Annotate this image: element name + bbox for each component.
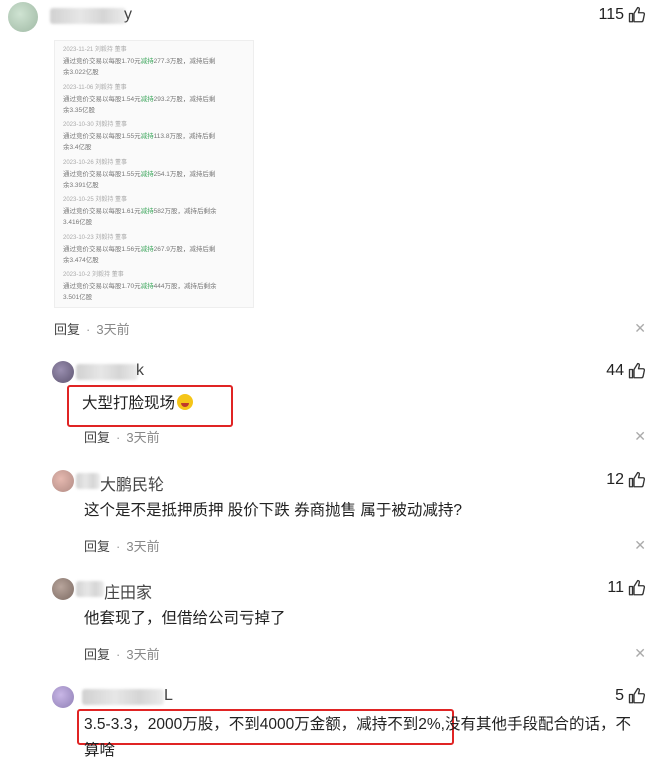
entry-line: 通过竞价交易以每股1.54元减持293.2万股，减持后剩 (63, 95, 216, 103)
reply-button[interactable]: 回复 (84, 430, 110, 445)
comment-meta: 回复 · 3天前 (84, 430, 160, 445)
entry-line: 通过竞价交易以每股1.61元减持582万股，减持后剩余 (63, 208, 217, 215)
entry-date: 2023-10-30 刘毅持 董事 (63, 122, 128, 128)
like-count: 12 (606, 471, 624, 488)
close-icon[interactable]: ✕ (634, 320, 646, 337)
image-entry: 2023-10-23 刘毅持 董事通过竞价交易以每股1.56元减持267.9万股… (63, 233, 247, 266)
entry-line: 通过竞价交易以每股1.56元减持267.9万股，减持后剩 (63, 245, 216, 253)
thumbs-up-icon (628, 471, 646, 488)
like-button[interactable]: 115 (598, 6, 646, 24)
timestamp: 3天前 (126, 539, 160, 554)
image-entry: 2023-10-2 刘毅持 董事通过竞价交易以每股1.70元减持444万股，减持… (63, 270, 247, 303)
thumbs-up-icon (628, 687, 646, 704)
like-button[interactable]: 12 (606, 471, 646, 489)
highlighted-text: 3.5-3.3，2000万股，不到4000万金额，减持不到2%, (84, 716, 445, 733)
like-count: 115 (598, 6, 624, 23)
comment-text-rest: 没有其他手段配合的话，不 (444, 716, 631, 733)
like-count: 44 (606, 362, 624, 379)
like-count: 5 (615, 687, 624, 704)
like-count: 11 (607, 579, 624, 596)
avatar[interactable] (52, 686, 74, 708)
entry-line: 3.501亿股 (63, 294, 93, 301)
entry-date: 2023-11-06 刘毅持 董事 (63, 84, 127, 91)
image-entry: 2023-10-25 刘毅持 董事通过竞价交易以每股1.61元减持582万股，减… (63, 195, 247, 228)
laughing-emoji-icon (177, 394, 194, 410)
comment-meta: 回复 · 3天前 (84, 647, 160, 662)
image-entry: 2023-11-21 刘毅持 董事通过竞价交易以每股1.70元减持277.3万股… (63, 45, 247, 78)
entry-date: 2023-10-26 刘毅持 董事 (63, 159, 128, 166)
like-button[interactable]: 11 (607, 579, 646, 597)
reply-button[interactable]: 回复 (84, 539, 110, 554)
username-blurred[interactable] (50, 8, 126, 24)
entry-line: 余3.022亿股 (63, 69, 99, 76)
timestamp: 3天前 (126, 430, 160, 445)
reply-button[interactable]: 回复 (84, 647, 110, 662)
username-tail: k (136, 362, 144, 379)
username-blurred[interactable] (76, 364, 138, 380)
entry-date: 2023-10-2 刘毅持 董事 (63, 272, 124, 278)
close-icon[interactable]: ✕ (634, 537, 646, 554)
comment-text: 3.5-3.3，2000万股，不到4000万金额，减持不到2%,没有其他手段配合… (84, 712, 631, 738)
entry-line: 余3.35亿股 (63, 106, 96, 114)
username-blurred[interactable] (76, 581, 104, 597)
reply-button[interactable]: 回复 (54, 322, 80, 337)
avatar[interactable] (52, 578, 74, 600)
timestamp: 3天前 (96, 322, 130, 337)
username-blurred[interactable] (82, 689, 164, 705)
like-button[interactable]: 44 (606, 362, 646, 380)
username-tail: 大鹏民轮 (100, 477, 165, 494)
comment-meta: 回复 · 3天前 (54, 322, 130, 337)
username-tail: 庄田家 (104, 585, 153, 602)
entry-line: 余3.474亿股 (63, 256, 99, 264)
like-button[interactable]: 5 (615, 687, 646, 705)
image-entry: 2023-10-30 刘毅持 董事通过竞价交易以每股1.55元减持113.8万股… (63, 120, 247, 153)
thumbs-up-icon (628, 579, 646, 596)
close-icon[interactable]: ✕ (634, 645, 646, 662)
entry-line: 余3.391亿股 (63, 181, 99, 189)
timestamp: 3天前 (126, 647, 160, 662)
image-entry: 2023-11-06 刘毅持 董事通过竞价交易以每股1.54元减持293.2万股… (63, 83, 247, 116)
image-entry: 2023-10-26 刘毅持 董事通过竞价交易以每股1.55元减持254.1万股… (63, 158, 247, 191)
entry-line: 通过竞价交易以每股1.70元减持277.3万股，减持后剩 (63, 58, 216, 65)
comment-text: 这个是不是抵押质押 股价下跌 券商抛售 属于被动减持? (84, 502, 463, 519)
username-tail: L (164, 687, 173, 704)
close-icon[interactable]: ✕ (634, 428, 646, 445)
avatar[interactable] (52, 470, 74, 492)
username-tail: y (124, 6, 132, 23)
entry-line: 通过竞价交易以每股1.55元减持254.1万股，减持后剩 (63, 170, 216, 178)
avatar[interactable] (52, 361, 74, 383)
entry-date: 2023-10-25 刘毅持 董事 (63, 197, 128, 203)
entry-line: 通过竞价交易以每股1.55元减持113.8万股，减持后剩 (63, 133, 215, 140)
entry-line: 余3.4亿股 (63, 144, 92, 151)
comment-text: 他套现了，但借给公司亏掉了 (84, 610, 286, 627)
avatar[interactable] (8, 2, 38, 32)
thumbs-up-icon (628, 362, 646, 379)
entry-line: 通过竞价交易以每股1.70元减持444万股，减持后剩余 (63, 283, 217, 290)
entry-date: 2023-11-21 刘毅持 董事 (63, 47, 127, 53)
comment-text-line2: 算啥 (84, 742, 116, 759)
comment-text: 大型打脸现场 (82, 391, 194, 417)
username-blurred[interactable] (76, 473, 100, 489)
comment-image[interactable]: 2023-11-21 刘毅持 董事通过竞价交易以每股1.70元减持277.3万股… (54, 40, 254, 308)
comment-meta: 回复 · 3天前 (84, 539, 160, 554)
thumbs-up-icon (628, 6, 646, 23)
entry-date: 2023-10-23 刘毅持 董事 (63, 234, 128, 241)
entry-line: 3.416亿股 (63, 219, 93, 226)
